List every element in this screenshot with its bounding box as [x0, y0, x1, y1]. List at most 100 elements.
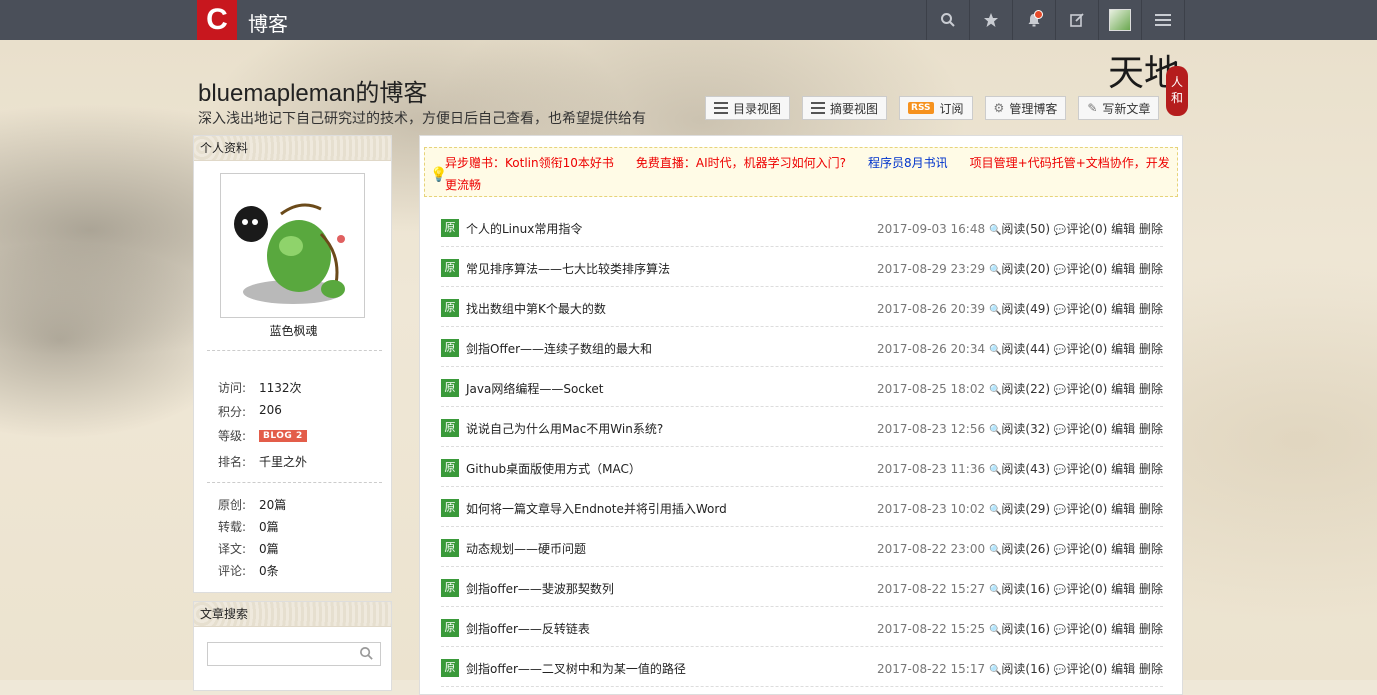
magnifier-icon: 🔍	[988, 345, 1002, 356]
article-title-link[interactable]: Java网络编程——Socket	[466, 380, 604, 397]
delete-link[interactable]: 删除	[1139, 422, 1163, 436]
article-list-panel: 💡 异步赠书：Kotlin领衔10本好书 免费直播：AI时代，机器学习如何入门? 程…	[419, 135, 1183, 695]
read-count: 阅读(20)	[1001, 262, 1051, 276]
edit-link[interactable]: 编辑	[1111, 222, 1135, 236]
article-title-link[interactable]: Github桌面版使用方式（MAC）	[466, 460, 641, 477]
delete-link[interactable]: 删除	[1139, 342, 1163, 356]
delete-link[interactable]: 删除	[1139, 622, 1163, 636]
magnifier-icon: 🔍	[988, 465, 1002, 476]
read-count: 阅读(50)	[1001, 222, 1051, 236]
comment-count-link[interactable]: 评论(0)	[1066, 342, 1107, 356]
article-title-link[interactable]: 剑指offer——二叉树中和为某一值的路径	[466, 660, 686, 677]
stat-rank: 排名: 千里之外	[218, 455, 308, 469]
article-title-link[interactable]: 如何将一篇文章导入Endnote并将引用插入Word	[466, 500, 727, 517]
comment-icon: 💬	[1053, 585, 1067, 596]
article-row: 原剑指offer——二叉树中和为某一值的路径 2017-08-22 15:17 🔍…	[441, 647, 1163, 687]
delete-link[interactable]: 删除	[1139, 302, 1163, 316]
search-icon[interactable]	[359, 646, 374, 664]
article-date: 2017-08-25 18:02	[876, 382, 986, 396]
edit-link[interactable]: 编辑	[1111, 422, 1135, 436]
article-title-link[interactable]: 剑指offer——斐波那契数列	[466, 580, 614, 597]
edit-link[interactable]: 编辑	[1111, 582, 1135, 596]
blog-toolbar: 目录视图 摘要视图 RSS 订阅 ⚙ 管理博客 ✎ 写新文章	[705, 96, 1171, 120]
magnifier-icon: 🔍	[988, 625, 1002, 636]
article-title-link[interactable]: 说说自己为什么用Mac不用Win系统?	[466, 420, 663, 437]
notification-dot	[1034, 10, 1043, 19]
article-row: 原个人的Linux常用指令 2017-09-03 16:48 🔍阅读(50) 💬评…	[441, 207, 1163, 247]
stat-points: 积分: 206	[218, 403, 282, 419]
delete-link[interactable]: 删除	[1139, 502, 1163, 516]
user-avatar[interactable]	[1098, 0, 1141, 40]
comment-count-link[interactable]: 评论(0)	[1066, 622, 1107, 636]
search-input[interactable]	[212, 644, 356, 666]
article-row: 原 Github桌面版使用方式（MAC） 2017-08-23 11:36 🔍阅读(…	[441, 447, 1163, 487]
edit-link[interactable]: 编辑	[1111, 382, 1135, 396]
comment-count-link[interactable]: 评论(0)	[1066, 462, 1107, 476]
delete-link[interactable]: 删除	[1139, 382, 1163, 396]
comment-count-link[interactable]: 评论(0)	[1066, 662, 1107, 676]
summary-view-button[interactable]: 摘要视图	[802, 96, 888, 120]
delete-link[interactable]: 删除	[1139, 662, 1163, 676]
article-title-link[interactable]: 个人的Linux常用指令	[466, 220, 582, 237]
notice-link[interactable]: 程序员8月书讯	[868, 156, 948, 170]
article-title-link[interactable]: 剑指Offer——连续子数组的最大和	[466, 340, 652, 357]
edit-icon[interactable]	[1055, 0, 1098, 40]
star-icon[interactable]	[969, 0, 1012, 40]
notice-link[interactable]: 异步赠书：Kotlin领衔10本好书	[445, 156, 614, 170]
comment-count-link[interactable]: 评论(0)	[1066, 262, 1107, 276]
blog-title[interactable]: bluemapleman的博客	[198, 73, 427, 108]
article-title-link[interactable]: 常见排序算法——七大比较类排序算法	[466, 260, 670, 277]
article-meta: 2017-08-26 20:34 🔍阅读(44) 💬评论(0) 编辑 删除	[877, 340, 1163, 357]
profile-nickname[interactable]: 蓝色枫魂	[194, 322, 393, 339]
edit-link[interactable]: 编辑	[1111, 342, 1135, 356]
comment-count-link[interactable]: 评论(0)	[1066, 222, 1107, 236]
delete-link[interactable]: 删除	[1139, 262, 1163, 276]
original-tag: 原	[441, 579, 459, 597]
edit-link[interactable]: 编辑	[1111, 662, 1135, 676]
read-count: 阅读(16)	[1001, 622, 1051, 636]
comment-count-link[interactable]: 评论(0)	[1066, 542, 1107, 556]
delete-link[interactable]: 删除	[1139, 462, 1163, 476]
profile-avatar[interactable]	[220, 173, 365, 318]
subscribe-button[interactable]: RSS 订阅	[899, 96, 973, 120]
article-title-link[interactable]: 剑指offer——反转链表	[466, 620, 590, 637]
edit-link[interactable]: 编辑	[1111, 302, 1135, 316]
magnifier-icon: 🔍	[988, 505, 1002, 516]
comment-icon: 💬	[1053, 385, 1067, 396]
article-title-link[interactable]: 动态规划——硬币问题	[466, 540, 586, 557]
comment-count-link[interactable]: 评论(0)	[1066, 502, 1107, 516]
article-meta: 2017-08-23 11:36 🔍阅读(43) 💬评论(0) 编辑 删除	[877, 460, 1163, 477]
article-date: 2017-08-23 11:36	[876, 462, 986, 476]
notice-link[interactable]: 免费直播：AI时代，机器学习如何入门?	[636, 156, 846, 170]
catalog-view-button[interactable]: 目录视图	[705, 96, 791, 120]
delete-link[interactable]: 删除	[1139, 542, 1163, 556]
bell-icon[interactable]	[1012, 0, 1055, 40]
site-name[interactable]: 博客	[248, 8, 288, 37]
edit-link[interactable]: 编辑	[1111, 622, 1135, 636]
edit-link[interactable]: 编辑	[1111, 462, 1135, 476]
comment-count-link[interactable]: 评论(0)	[1066, 382, 1107, 396]
calligraphy-seal: 天地 人和	[1108, 44, 1190, 124]
article-row: 原动态规划——硬币问题 2017-08-22 23:00 🔍阅读(26) 💬评论(…	[441, 527, 1163, 567]
article-date: 2017-08-22 15:25	[876, 622, 986, 636]
edit-link[interactable]: 编辑	[1111, 542, 1135, 556]
edit-link[interactable]: 编辑	[1111, 262, 1135, 276]
csdn-logo[interactable]: C	[197, 0, 237, 40]
article-title-link[interactable]: 找出数组中第K个最大的数	[466, 300, 606, 317]
count-translation: 译文: 0篇	[218, 542, 279, 556]
comment-count-link[interactable]: 评论(0)	[1066, 302, 1107, 316]
search-icon[interactable]	[926, 0, 969, 40]
delete-link[interactable]: 删除	[1139, 582, 1163, 596]
manage-blog-button[interactable]: ⚙ 管理博客	[984, 96, 1067, 120]
original-tag: 原	[441, 499, 459, 517]
article-row: 原 Java网络编程——Socket 2017-08-25 18:02 🔍阅读(22…	[441, 367, 1163, 407]
red-seal: 人和	[1166, 66, 1188, 116]
delete-link[interactable]: 删除	[1139, 222, 1163, 236]
comment-count-link[interactable]: 评论(0)	[1066, 422, 1107, 436]
comment-count-link[interactable]: 评论(0)	[1066, 582, 1107, 596]
pencil-icon: ✎	[1087, 101, 1098, 115]
profile-panel: 个人资料 蓝色枫魂 访问: 1132次 积分: 206 等级: BLOG 2 排名: 千…	[193, 135, 392, 593]
menu-icon[interactable]	[1141, 0, 1185, 40]
edit-link[interactable]: 编辑	[1111, 502, 1135, 516]
top-bar: C 博客	[0, 0, 1377, 40]
